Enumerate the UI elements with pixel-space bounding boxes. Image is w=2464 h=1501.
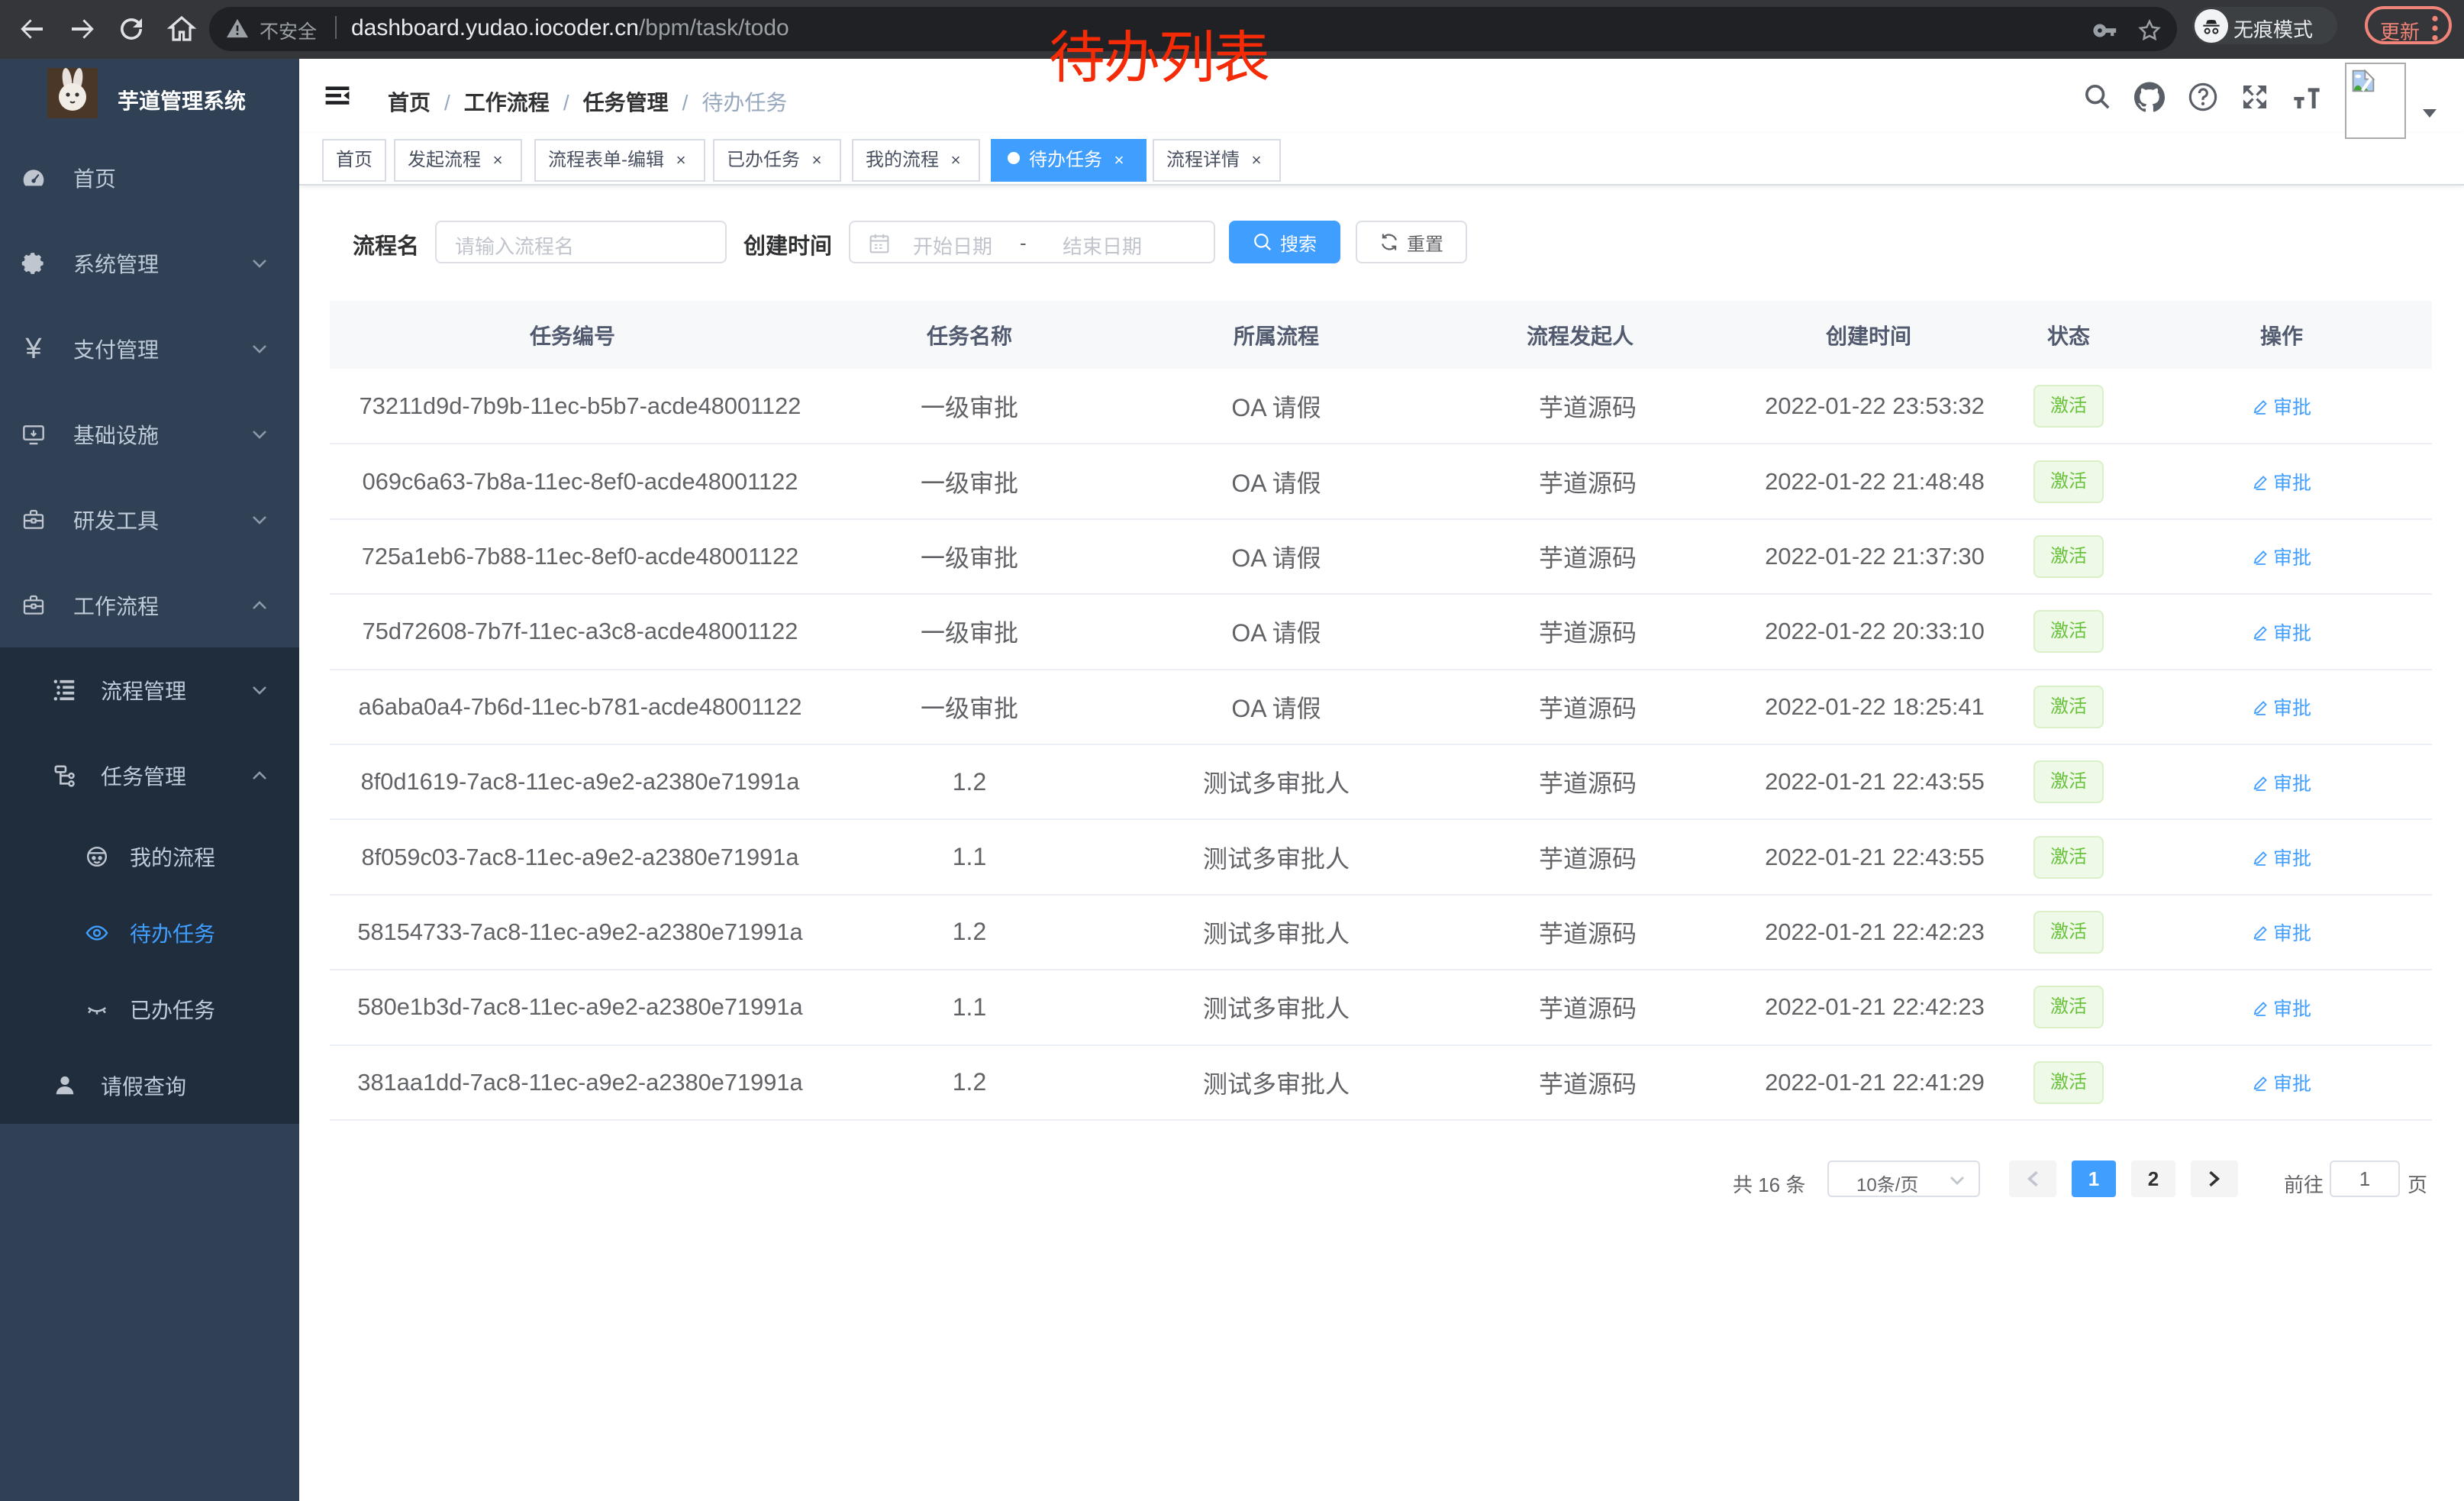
svg-text:¥: ¥ [24,333,42,365]
